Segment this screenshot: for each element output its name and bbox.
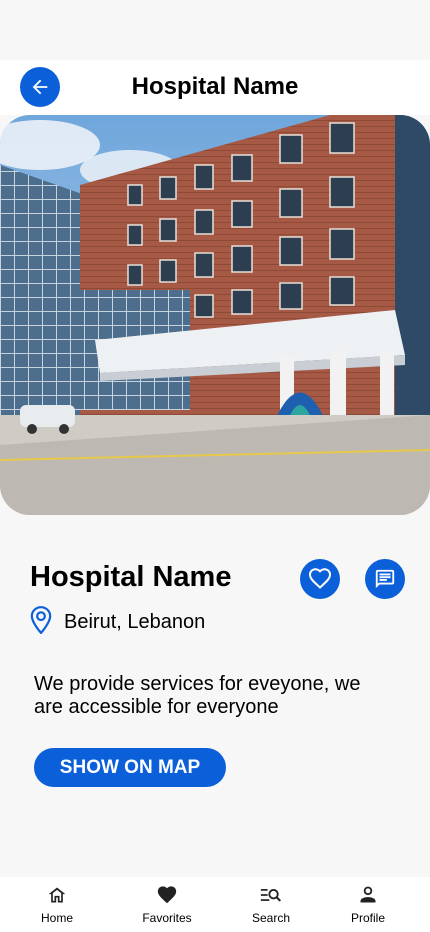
page-title: Hospital Name — [131, 73, 299, 100]
heart-icon — [157, 886, 177, 904]
nav-label-home: Home — [40, 911, 73, 925]
hospital-photo — [0, 115, 430, 515]
nav-item-favorites[interactable]: Favorites — [127, 877, 207, 932]
location-pin-icon — [30, 606, 52, 634]
search-icon — [260, 888, 282, 902]
nav-label-search: Search — [251, 911, 291, 925]
chat-icon — [375, 569, 395, 589]
favorite-button[interactable] — [300, 559, 340, 599]
nav-item-profile[interactable]: Profile — [328, 877, 408, 932]
home-icon — [48, 887, 66, 903]
message-button[interactable] — [365, 559, 405, 599]
show-on-map-button[interactable]: SHOW ON MAP — [34, 748, 226, 787]
nav-label-profile: Profile — [350, 911, 385, 925]
heart-outline-icon — [308, 568, 332, 589]
hospital-description: We provide services for eveyone, we are … — [34, 673, 361, 718]
nav-label-favorites: Favorites — [142, 911, 192, 925]
bottom-navigation: Home Favorites Search Profile — [0, 877, 430, 932]
hospital-location: Beirut, Lebanon — [64, 611, 206, 633]
hospital-name: Hospital Name — [30, 561, 232, 593]
top-app-bar: Hospital Name — [0, 60, 430, 115]
nav-item-home[interactable]: Home — [17, 877, 97, 932]
person-icon — [360, 886, 376, 903]
nav-item-search[interactable]: Search — [231, 877, 311, 932]
